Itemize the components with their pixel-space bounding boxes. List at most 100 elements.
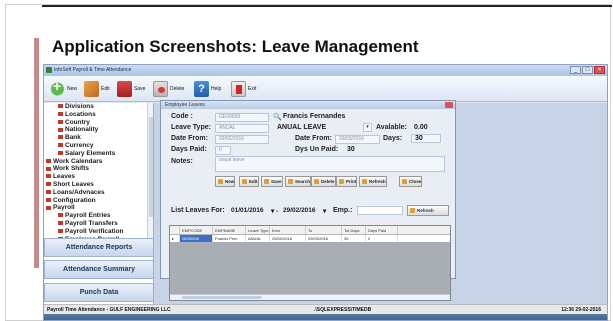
form-delete-button[interactable]: Delete bbox=[311, 176, 336, 187]
new-button[interactable]: New bbox=[50, 78, 78, 99]
sidebar-item-short-leaves[interactable]: Short Leaves bbox=[44, 181, 147, 189]
form-refresh-button[interactable]: Refresh bbox=[359, 176, 387, 187]
grid-horizontal-scrollbar[interactable] bbox=[170, 294, 450, 300]
leaves-grid: EMPCODE EMPNAME Leave Type from To Tot D… bbox=[169, 225, 451, 301]
maximize-icon[interactable]: □ bbox=[582, 66, 593, 74]
list-to-date[interactable]: 29/02/2016 bbox=[283, 207, 316, 214]
cell-to[interactable]: 29/03/2016 bbox=[306, 235, 342, 242]
grid-col-from[interactable]: from bbox=[270, 226, 306, 234]
form-new-button[interactable]: New bbox=[215, 176, 236, 187]
list-from-date[interactable]: 01/01/2016 bbox=[231, 207, 264, 214]
list-from-dropdown-icon[interactable]: ▾ - bbox=[271, 207, 278, 215]
attendance-summary-button[interactable]: Attendance Summary bbox=[44, 260, 153, 279]
sidebar-item-loans-advnaces[interactable]: Loans/Advnaces bbox=[44, 189, 147, 197]
sidebar-item-payroll[interactable]: Payroll bbox=[44, 204, 147, 212]
search-employee-icon[interactable]: 🔍 bbox=[273, 113, 282, 121]
sidebar-item-label: Work Calendars bbox=[53, 157, 103, 165]
sidebar-item-leaves[interactable]: Leaves bbox=[44, 173, 147, 181]
grid-col-days-paid[interactable]: Days Paid bbox=[366, 226, 398, 234]
list-refresh-button[interactable]: Refresh bbox=[407, 205, 449, 216]
os-taskbar bbox=[44, 314, 607, 320]
grid-col-leave-type[interactable]: Leave Type bbox=[246, 226, 270, 234]
cell-leave-type[interactable]: ANUAL bbox=[246, 235, 270, 242]
sidebar-item-work-calendars[interactable]: Work Calendars bbox=[44, 158, 147, 166]
days-paid-label: Days Paid: bbox=[171, 146, 207, 153]
sidebar-item-payroll-transfers[interactable]: Payroll Transfers bbox=[44, 220, 147, 228]
form-edit-button[interactable]: Edit bbox=[239, 176, 259, 187]
sidebar-item-label: Payroll Verification bbox=[65, 227, 124, 235]
date-to-field[interactable]: 29/03/2016 bbox=[335, 135, 380, 144]
help-icon: ? bbox=[194, 81, 209, 97]
leave-type-dropdown-icon[interactable]: ▾ bbox=[363, 123, 372, 132]
tree-node-icon bbox=[58, 151, 63, 156]
dialog-close-icon[interactable] bbox=[445, 102, 453, 108]
sidebar-item-salary-elements[interactable]: Salary Elements bbox=[44, 150, 147, 158]
list-to-dropdown-icon[interactable]: ▾ bbox=[323, 207, 326, 215]
days-label: Days: bbox=[383, 135, 403, 142]
table-row[interactable]: ▸ GE00009 Francis Fern ANUAL 29/02/2016 … bbox=[170, 235, 450, 242]
main-area: Employee Leaves Code : GE00009 🔍 Francis… bbox=[154, 100, 607, 304]
tree-node-icon bbox=[58, 135, 63, 140]
sidebar-item-label: Nationality bbox=[65, 126, 99, 134]
date-from-field[interactable]: 29/02/2016 bbox=[215, 135, 269, 144]
attendance-reports-button[interactable]: Attendance Reports bbox=[44, 238, 153, 257]
window-titlebar: InfoSoft Payroll & Time Attendance _ □ × bbox=[44, 65, 607, 76]
tree-node-icon bbox=[58, 221, 63, 226]
emp-filter-field[interactable] bbox=[357, 206, 403, 215]
form-save-button[interactable]: Save bbox=[261, 176, 283, 187]
sidebar-item-label: Configuration bbox=[53, 196, 96, 204]
days-paid-field[interactable]: 0 bbox=[215, 146, 231, 155]
row-pointer-icon: ▸ bbox=[170, 235, 180, 242]
sidebar-item-payroll-verification[interactable]: Payroll Verification bbox=[44, 228, 147, 236]
grid-col-empname[interactable]: EMPNAME bbox=[213, 226, 246, 234]
sidebar-item-nationality[interactable]: Nationality bbox=[44, 126, 147, 134]
sidebar-item-locations[interactable]: Locations bbox=[44, 111, 147, 119]
days-field[interactable]: 30 bbox=[411, 134, 441, 143]
punch-data-button[interactable]: Punch Data bbox=[44, 283, 153, 302]
edit-button[interactable]: Edit bbox=[84, 79, 110, 99]
leave-type-code-field[interactable]: ANUAL bbox=[215, 124, 269, 133]
cell-empcode[interactable]: GE00009 bbox=[180, 235, 213, 242]
grid-col-empcode[interactable]: EMPCODE bbox=[180, 226, 213, 234]
save-button[interactable]: Save bbox=[117, 79, 145, 99]
form-close-button[interactable]: Close bbox=[399, 176, 423, 187]
close-icon[interactable]: × bbox=[594, 66, 605, 74]
sidebar-item-label: Short Leaves bbox=[53, 180, 94, 188]
app-icon bbox=[46, 67, 52, 73]
code-field[interactable]: GE00009 bbox=[215, 113, 269, 122]
cell-from[interactable]: 29/02/2016 bbox=[270, 235, 306, 242]
grid-col-tot-days[interactable]: Tot Days bbox=[342, 226, 366, 234]
tree-node-icon bbox=[46, 158, 51, 163]
sidebar-item-label: Loans/Advnaces bbox=[53, 188, 105, 196]
exit-label: Exit bbox=[248, 86, 257, 92]
sidebar-item-country[interactable]: Country bbox=[44, 119, 147, 127]
sidebar-item-label: Payroll bbox=[53, 204, 75, 212]
sidebar-item-bank[interactable]: Bank bbox=[44, 134, 147, 142]
minimize-icon[interactable]: _ bbox=[570, 66, 581, 74]
new-label: New bbox=[67, 86, 78, 92]
tree-node-icon bbox=[46, 174, 51, 179]
sidebar-item-work-shifts[interactable]: Work Shifts bbox=[44, 165, 147, 173]
sidebar-item-currency[interactable]: Currency bbox=[44, 142, 147, 150]
app-screenshot: InfoSoft Payroll & Time Attendance _ □ ×… bbox=[43, 64, 608, 321]
cell-tot-days[interactable]: 30 bbox=[342, 235, 366, 242]
cell-empname[interactable]: Francis Fern bbox=[213, 235, 246, 242]
delete-label: Delete bbox=[170, 86, 185, 92]
exit-button[interactable]: Exit bbox=[231, 79, 256, 99]
toolbar: New Edit Save Delete ? Help Exit bbox=[44, 76, 607, 102]
notes-field[interactable]: anual leave bbox=[215, 156, 445, 172]
sidebar-item-divisions[interactable]: Divisions bbox=[44, 103, 147, 111]
help-button[interactable]: ? Help bbox=[194, 79, 221, 99]
form-print-button[interactable]: Print bbox=[336, 176, 358, 187]
date-from-label: Date From: bbox=[171, 135, 208, 142]
form-search-button[interactable]: Search bbox=[285, 176, 312, 187]
sidebar-item-label: Payroll Entries bbox=[65, 212, 111, 220]
sidebar-item-configuration[interactable]: Configuration bbox=[44, 197, 147, 205]
delete-button[interactable]: Delete bbox=[153, 79, 184, 99]
cell-days-paid[interactable]: 0 bbox=[366, 235, 398, 242]
tree-node-icon bbox=[46, 205, 51, 210]
grid-col-to[interactable]: To bbox=[306, 226, 342, 234]
tree-scrollbar[interactable] bbox=[147, 103, 153, 238]
sidebar-item-payroll-entries[interactable]: Payroll Entries bbox=[44, 212, 147, 220]
tree-node-icon bbox=[58, 119, 63, 124]
